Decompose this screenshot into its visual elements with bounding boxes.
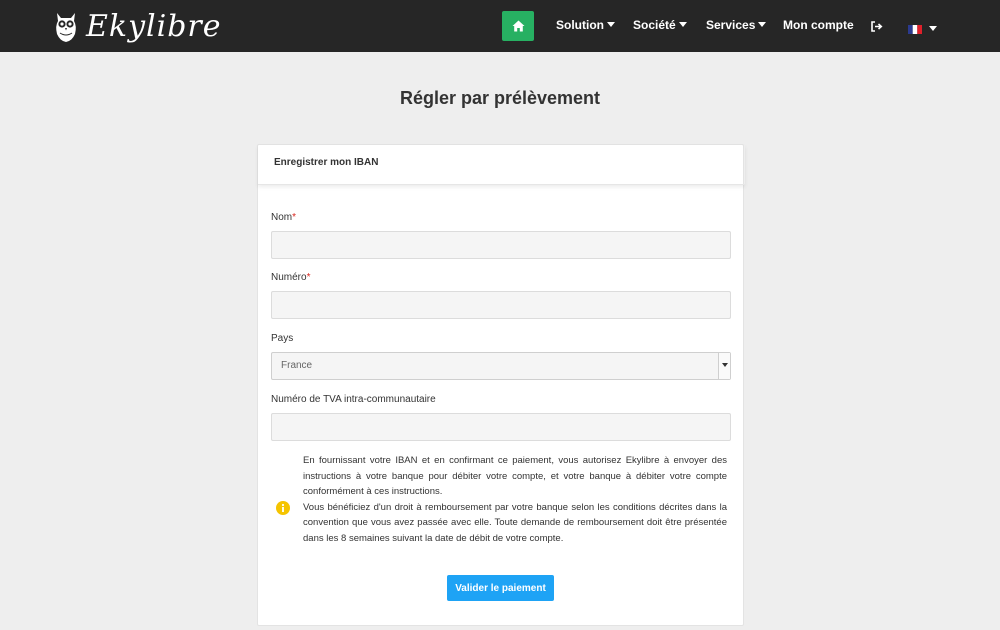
nav-solution-label: Solution — [556, 18, 604, 32]
nav-mon-compte[interactable]: Mon compte — [783, 18, 854, 32]
caret-down-icon — [929, 26, 938, 31]
submit-payment-button[interactable]: Valider le paiement — [447, 575, 554, 601]
chevron-down-icon — [722, 363, 728, 367]
nav-societe-label: Société — [633, 18, 676, 32]
language-selector[interactable] — [908, 21, 938, 39]
consent-paragraph-1: En fournissant votre IBAN et en confirma… — [303, 455, 727, 497]
logout-button[interactable] — [871, 19, 883, 37]
home-button[interactable] — [502, 11, 534, 41]
required-mark: * — [292, 212, 297, 223]
info-icon — [276, 501, 290, 515]
nav-societe[interactable]: Société — [633, 18, 687, 32]
select-arrow[interactable] — [718, 353, 730, 379]
caret-down-icon — [607, 22, 615, 27]
nom-label: Nom* — [271, 212, 296, 223]
nav-mon-compte-label: Mon compte — [783, 18, 854, 32]
pays-label: Pays — [271, 333, 294, 344]
card-header: Enregistrer mon IBAN — [258, 145, 745, 185]
consent-paragraph-2: Vous bénéficiez d'un droit à rembourseme… — [303, 501, 727, 544]
mandate-consent-text: En fournissant votre IBAN et en confirma… — [303, 453, 727, 546]
nav-services-label: Services — [706, 18, 756, 32]
tva-label: Numéro de TVA intra-communautaire — [271, 394, 436, 405]
nom-input[interactable] — [271, 231, 731, 259]
nom-label-text: Nom — [271, 212, 293, 223]
french-flag-icon — [908, 25, 922, 35]
top-navbar: Ekylibre Solution Société Services Mon c… — [0, 0, 1000, 52]
home-icon — [512, 20, 524, 32]
numero-input[interactable] — [271, 291, 731, 319]
sign-out-icon — [871, 21, 883, 32]
caret-down-icon — [758, 22, 767, 27]
card-header-title: Enregistrer mon IBAN — [274, 157, 379, 168]
brand-logo[interactable]: Ekylibre — [54, 6, 222, 46]
nav-services[interactable]: Services — [706, 18, 767, 32]
numero-label: Numéro* — [271, 272, 310, 283]
caret-down-icon — [678, 22, 687, 27]
tva-input[interactable] — [271, 413, 731, 441]
brand-name: Ekylibre — [86, 8, 222, 44]
nav-solution[interactable]: Solution — [556, 18, 615, 32]
page-title: Régler par prélèvement — [399, 88, 601, 108]
iban-form-card: Enregistrer mon IBAN Nom* Numéro* Pays F… — [257, 144, 745, 626]
pays-select-value: France — [281, 360, 313, 371]
required-mark: * — [306, 272, 311, 283]
numero-label-text: Numéro — [271, 272, 307, 283]
owl-logo-icon — [56, 13, 76, 42]
pays-select[interactable]: France — [271, 352, 731, 380]
